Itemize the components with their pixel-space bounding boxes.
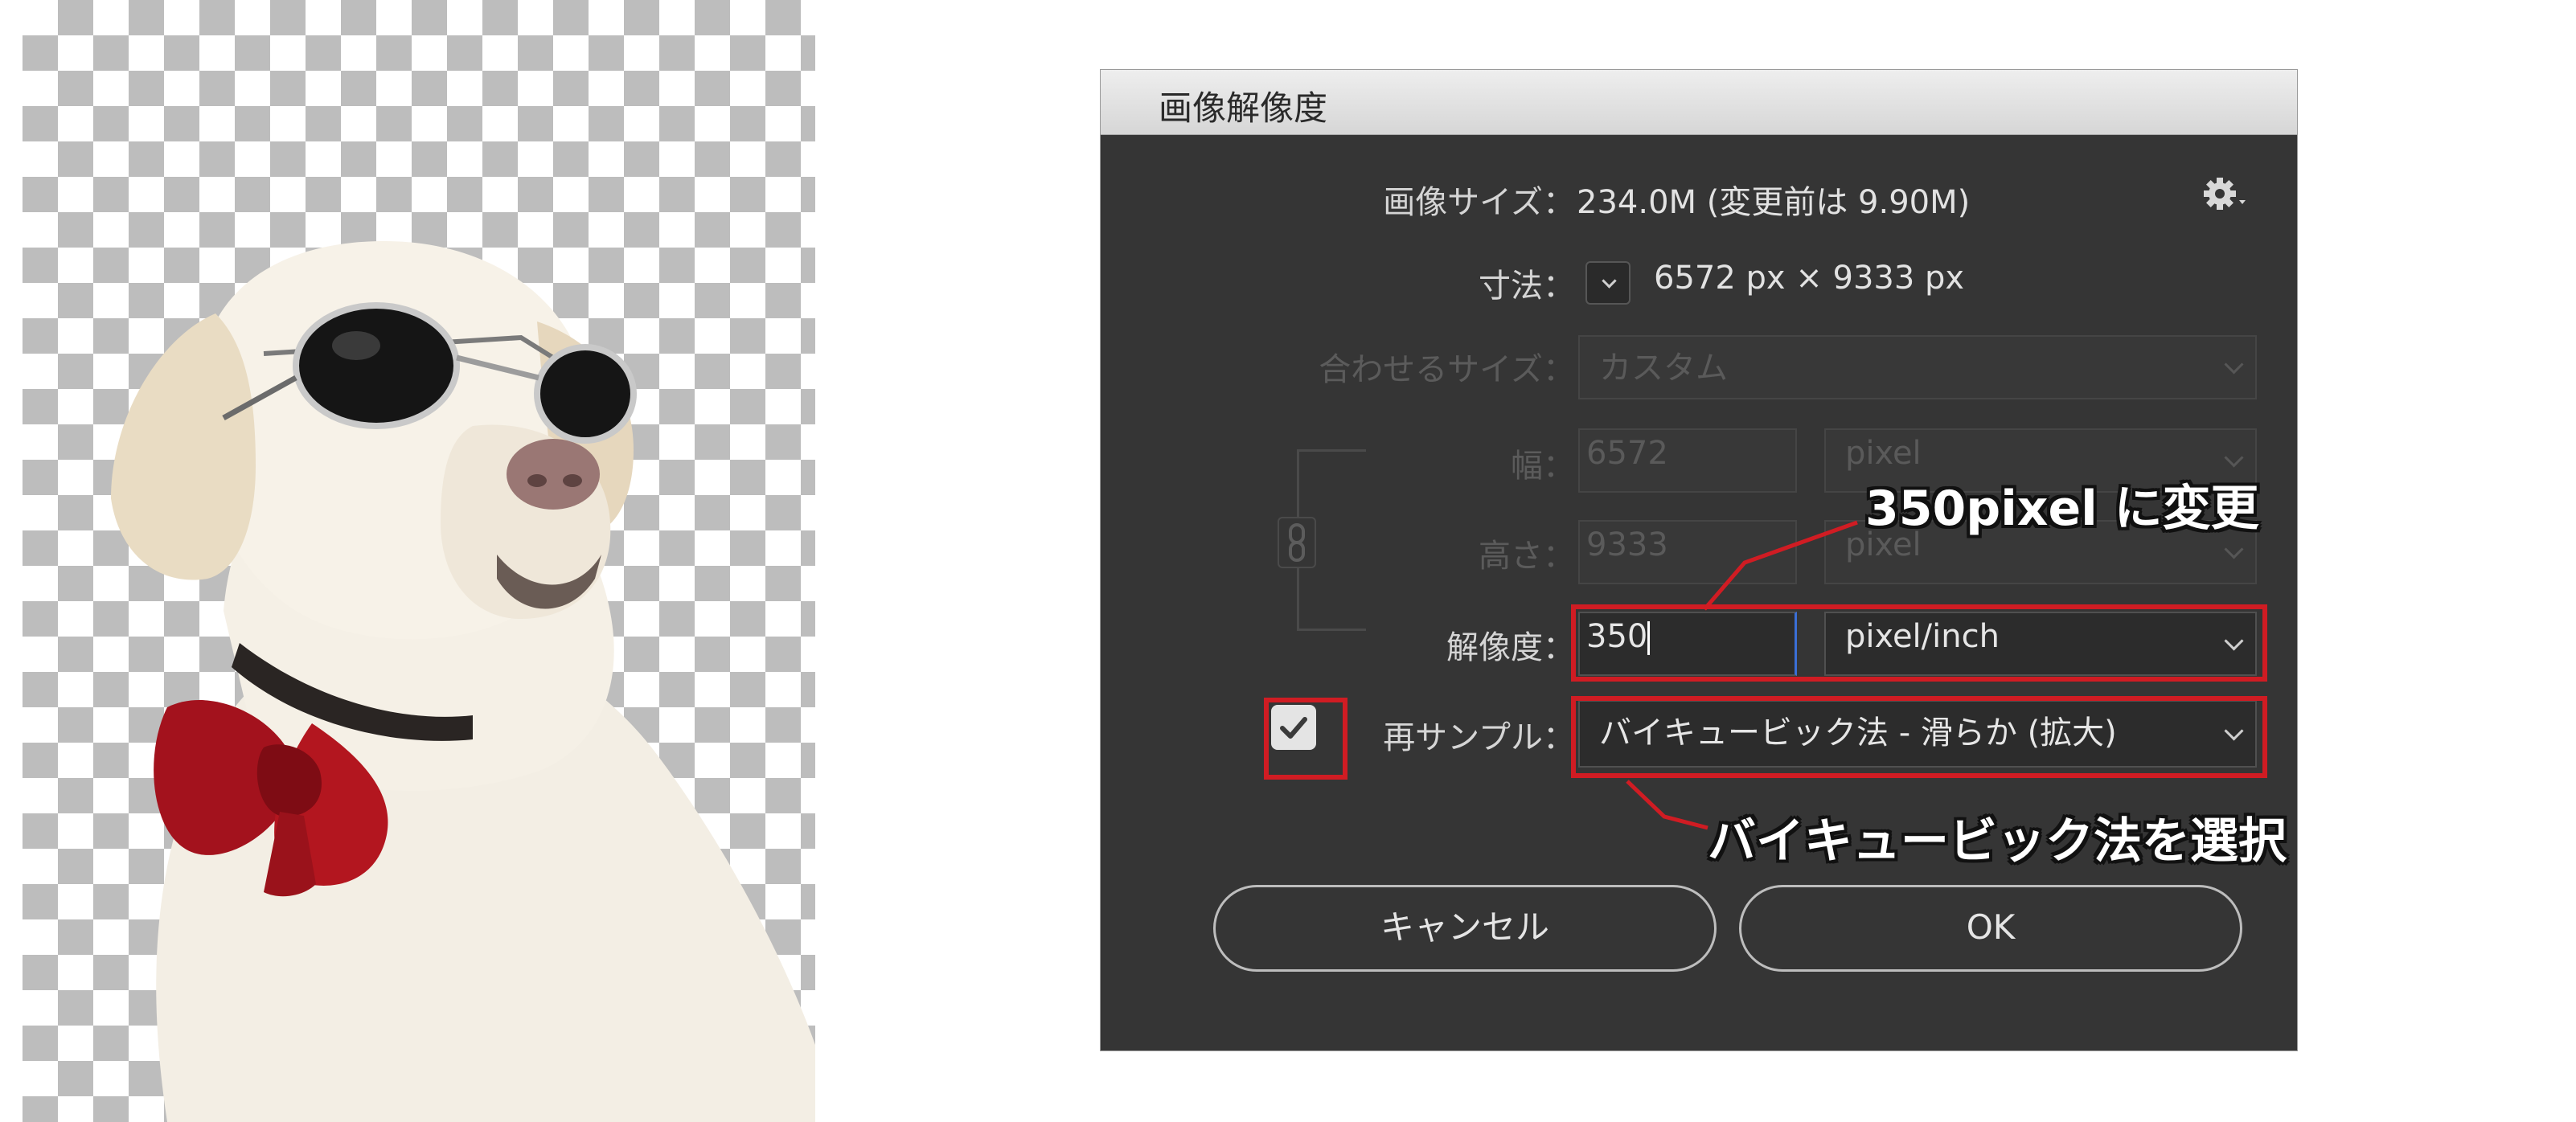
width-input[interactable]: 6572: [1578, 428, 1797, 493]
resample-label: 再サンプル：: [1383, 719, 1575, 756]
chevron-down-icon: [2224, 448, 2244, 468]
resample-method-highlight: [1571, 696, 2267, 778]
height-value: 9333: [1586, 526, 1668, 563]
dimensions-value: 6572 px × 9333 px: [1654, 260, 1965, 297]
fit-to-label: 合わせるサイズ：: [1319, 351, 1575, 388]
height-input[interactable]: 9333: [1578, 520, 1797, 584]
dog-photo: [23, 0, 815, 1122]
width-value: 6572: [1586, 435, 1668, 472]
height-label: 高さ：: [1479, 538, 1575, 575]
image-size-value: 234.0M (変更前は 9.90M): [1577, 184, 1971, 221]
image-size-label: 画像サイズ：: [1383, 184, 1575, 221]
gear-icon[interactable]: [2202, 176, 2250, 216]
fit-to-select[interactable]: カスタム: [1578, 335, 2257, 399]
width-unit-value: pixel: [1845, 435, 1922, 472]
cancel-button[interactable]: キャンセル: [1213, 885, 1717, 972]
ok-button[interactable]: OK: [1739, 885, 2242, 972]
chevron-down-icon: [1602, 273, 1617, 289]
link-chain-icon[interactable]: [1278, 517, 1316, 568]
image-size-dialog: 画像解像度 画像サイズ： 234.0M (変更前は 9.90M) 寸法： 657…: [1100, 69, 2298, 1051]
resolution-annotation: 350pixel に変更: [1865, 481, 2259, 537]
chevron-down-icon: [2224, 354, 2244, 375]
dimensions-label: 寸法：: [1479, 268, 1575, 305]
chevron-down-icon: [2224, 539, 2244, 559]
resolution-label: 解像度：: [1446, 629, 1575, 666]
fit-to-value: カスタム: [1599, 350, 1728, 387]
resample-annotation: バイキュービック法を選択: [1708, 813, 2287, 870]
resample-checkbox-highlight: [1264, 698, 1347, 780]
dialog-title: 画像解像度: [1159, 88, 1328, 128]
title-bar: 画像解像度: [1101, 70, 2297, 135]
resolution-highlight: [1571, 604, 2267, 682]
dimensions-unit-menu[interactable]: [1585, 261, 1631, 305]
dog-illustration: [111, 241, 815, 1122]
width-label: 幅：: [1511, 448, 1575, 485]
